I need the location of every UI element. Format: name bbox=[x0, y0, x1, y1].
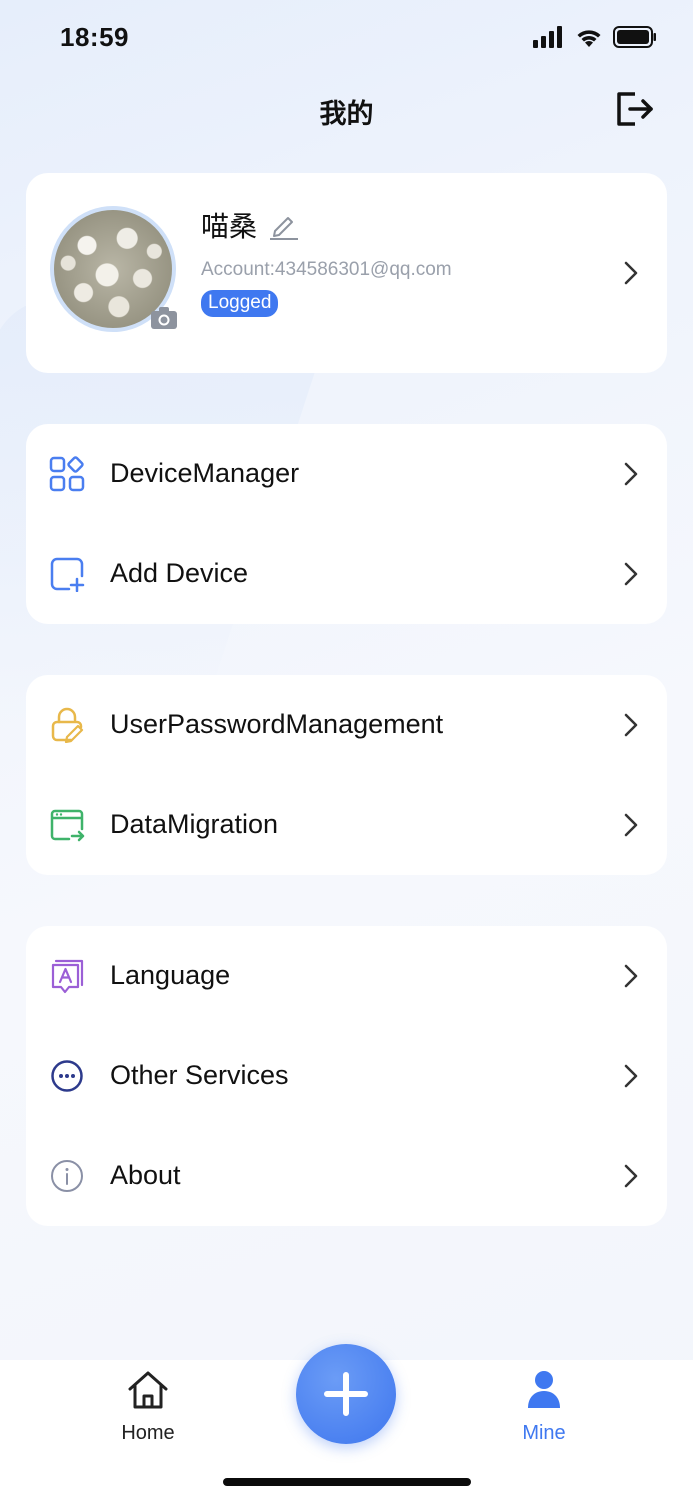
tab-home[interactable]: Home bbox=[88, 1368, 208, 1448]
menu-label: Language bbox=[110, 960, 231, 990]
chevron-right-icon bbox=[624, 462, 638, 486]
logout-button[interactable] bbox=[613, 88, 655, 130]
lock-edit-icon bbox=[51, 707, 84, 743]
account-email: Account:434586301@qq.com bbox=[201, 259, 452, 280]
add-button[interactable] bbox=[296, 1344, 396, 1444]
menu-group-settings: Language Other Services About bbox=[26, 926, 667, 1226]
tab-label: Home bbox=[121, 1422, 175, 1444]
info-icon bbox=[51, 1160, 83, 1192]
more-services-icon bbox=[51, 1060, 83, 1092]
menu-label: Add Device bbox=[110, 558, 249, 588]
tab-mine[interactable]: Mine bbox=[484, 1368, 604, 1448]
menu-item-about[interactable]: About bbox=[26, 1126, 667, 1226]
camera-icon[interactable] bbox=[150, 306, 178, 330]
wifi-icon bbox=[577, 30, 601, 47]
plus-icon bbox=[324, 1372, 368, 1416]
menu-label: UserPasswordManagement bbox=[110, 709, 444, 739]
status-icons bbox=[533, 26, 657, 48]
menu-label: About bbox=[110, 1160, 181, 1190]
menu-item-device-manager[interactable]: DeviceManager bbox=[26, 424, 667, 524]
battery-icon bbox=[613, 26, 656, 48]
home-indicator bbox=[223, 1478, 471, 1486]
menu-label: DataMigration bbox=[110, 809, 279, 839]
add-device-icon bbox=[50, 557, 85, 592]
language-icon bbox=[51, 959, 84, 994]
menu-group-account: UserPasswordManagement DataMigration bbox=[26, 675, 667, 875]
menu-label: DeviceManager bbox=[110, 458, 300, 488]
home-icon bbox=[128, 1371, 168, 1409]
menu-item-language[interactable]: Language bbox=[26, 926, 667, 1026]
menu-label: Other Services bbox=[110, 1060, 289, 1090]
username-row: 喵桑 bbox=[201, 205, 299, 245]
cellular-signal-icon bbox=[533, 26, 562, 48]
status-bar: 18:59 bbox=[0, 0, 693, 76]
menu-group-devices: DeviceManager Add Device bbox=[26, 424, 667, 624]
menu-item-other-services[interactable]: Other Services bbox=[26, 1026, 667, 1126]
logout-icon bbox=[617, 92, 653, 126]
menu-item-data-migration[interactable]: DataMigration bbox=[26, 775, 667, 875]
edit-icon[interactable] bbox=[269, 210, 299, 240]
profile-card[interactable]: 喵桑 Account:434586301@qq.com Logged bbox=[26, 173, 667, 373]
header: 我的 bbox=[0, 80, 693, 142]
chevron-right-icon bbox=[624, 813, 638, 837]
chevron-right-icon bbox=[624, 261, 638, 285]
chevron-right-icon bbox=[624, 713, 638, 737]
status-badge: Logged bbox=[201, 290, 279, 317]
grid-apps-icon bbox=[49, 456, 85, 492]
avatar-wrap[interactable] bbox=[50, 206, 178, 332]
tab-label: Mine bbox=[522, 1422, 566, 1444]
chevron-right-icon bbox=[624, 562, 638, 586]
chevron-right-icon bbox=[624, 964, 638, 988]
data-migration-icon bbox=[50, 809, 85, 842]
chevron-right-icon bbox=[624, 1064, 638, 1088]
chevron-right-icon bbox=[624, 1164, 638, 1188]
page-title: 我的 bbox=[319, 99, 374, 129]
username: 喵桑 bbox=[201, 211, 258, 242]
menu-item-user-password-management[interactable]: UserPasswordManagement bbox=[26, 675, 667, 775]
status-time: 18:59 bbox=[60, 22, 129, 52]
menu-item-add-device[interactable]: Add Device bbox=[26, 524, 667, 624]
user-icon bbox=[528, 1371, 560, 1408]
